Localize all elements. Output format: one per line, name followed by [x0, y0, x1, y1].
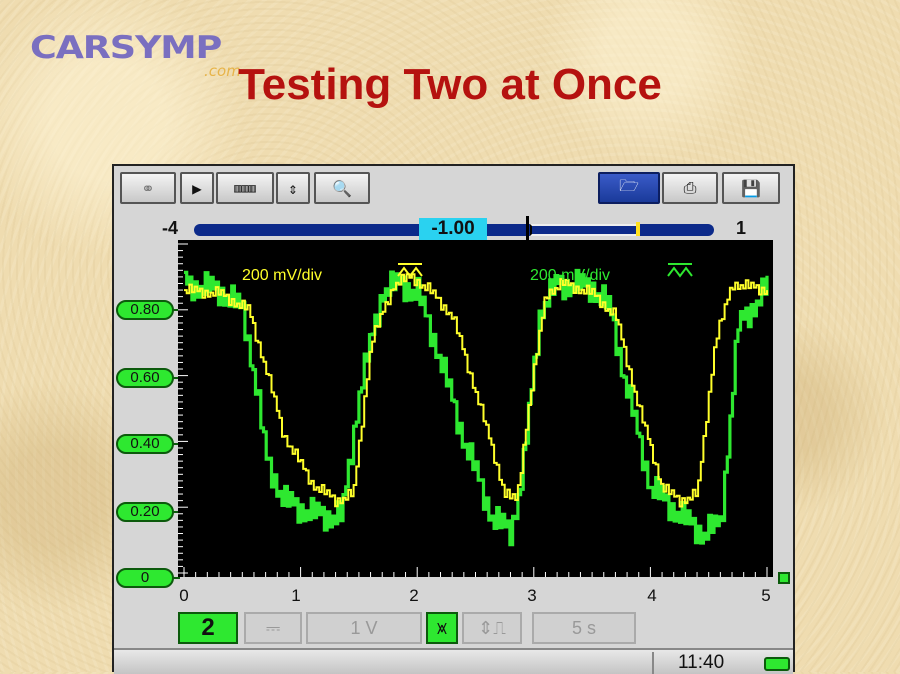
y-tick-label[interactable]: 0: [116, 568, 180, 588]
printer-icon: ⎙: [683, 178, 697, 197]
time-base-button[interactable]: 5 s: [532, 612, 636, 644]
save-button[interactable]: 💾: [722, 172, 780, 204]
dc-coupling-icon: ⎓: [265, 617, 281, 638]
y-tick-label[interactable]: 0.60: [116, 368, 180, 388]
zoom-window-handle[interactable]: [530, 222, 640, 236]
x-tick-label: 2: [409, 586, 419, 605]
y-tick-label[interactable]: 0.40: [116, 434, 180, 454]
zoom-right-limit: 1: [736, 218, 747, 238]
clock: 11:40: [678, 652, 725, 673]
filmstrip-icon: ▥▥▥: [234, 181, 256, 195]
channel-1-scale-label: 200 mV/div: [242, 267, 322, 284]
toolbar: ⚭ ▶ ▥▥▥ ⇕ 🔍 🗁 ⎙ 💾: [114, 166, 793, 208]
channel-2-marker: [667, 263, 693, 278]
bottom-controls: 2 ⎓ 1 V ⩙ ⇕⎍ 5 s: [114, 610, 793, 646]
play-button[interactable]: ▶: [180, 172, 214, 204]
binoculars-button[interactable]: ⚭: [120, 172, 176, 204]
zoom-marker[interactable]: [526, 216, 529, 242]
volts-per-div-button[interactable]: 1 V: [306, 612, 422, 644]
coupling-button[interactable]: ⎓: [244, 612, 302, 644]
zoom-bar[interactable]: -4 -1.00 1: [114, 216, 793, 242]
trigger-icon: ⩙: [436, 617, 448, 638]
waveform-svg: 200 mV/div 200 mV/div: [178, 243, 769, 577]
status-bar: 11:40: [114, 648, 793, 674]
zoom-icon: 🔍: [332, 178, 352, 198]
status-divider: [652, 652, 654, 674]
channel-2-scale-label: 200 mV/div: [530, 267, 610, 284]
probe-icon: ⇕⎍: [478, 617, 506, 638]
slide-title: Testing Two at Once: [238, 60, 662, 109]
scroll-end-marker[interactable]: [778, 572, 790, 584]
x-tick-label: 5: [761, 586, 771, 605]
battery-icon: [764, 657, 790, 671]
zoom-button[interactable]: 🔍: [314, 172, 370, 204]
channel-select-button[interactable]: 2: [178, 612, 238, 644]
trigger-button[interactable]: ⩙: [426, 612, 458, 644]
waveform-plot[interactable]: 200 mV/div 200 mV/div: [178, 240, 773, 577]
binoculars-icon: ⚭: [141, 178, 155, 198]
x-tick-label: 3: [527, 586, 537, 605]
y-tick-label[interactable]: 0.20: [116, 502, 180, 522]
scope-window: ⚭ ▶ ▥▥▥ ⇕ 🔍 🗁 ⎙ 💾 -4 -1.00 1 0.80 0.60 0…: [112, 164, 795, 674]
probe-button[interactable]: ⇕⎍: [462, 612, 522, 644]
y-tick-label[interactable]: 0.80: [116, 300, 180, 320]
play-icon: ▶: [192, 178, 202, 198]
filmstrip-button[interactable]: ▥▥▥: [216, 172, 274, 204]
folder-open-icon: 🗁: [619, 175, 639, 195]
open-folder-button[interactable]: 🗁: [598, 172, 660, 204]
x-tick-label: 4: [647, 586, 657, 605]
split-button[interactable]: ⇕: [276, 172, 310, 204]
x-tick-label: 1: [291, 586, 301, 605]
x-tick-label: 0: [179, 586, 189, 605]
zoom-value: -1.00: [419, 218, 487, 240]
zoom-left-limit: -4: [162, 218, 179, 238]
save-icon: 💾: [741, 178, 761, 198]
split-arrows-icon: ⇕: [288, 178, 298, 198]
print-button[interactable]: ⎙: [662, 172, 718, 204]
